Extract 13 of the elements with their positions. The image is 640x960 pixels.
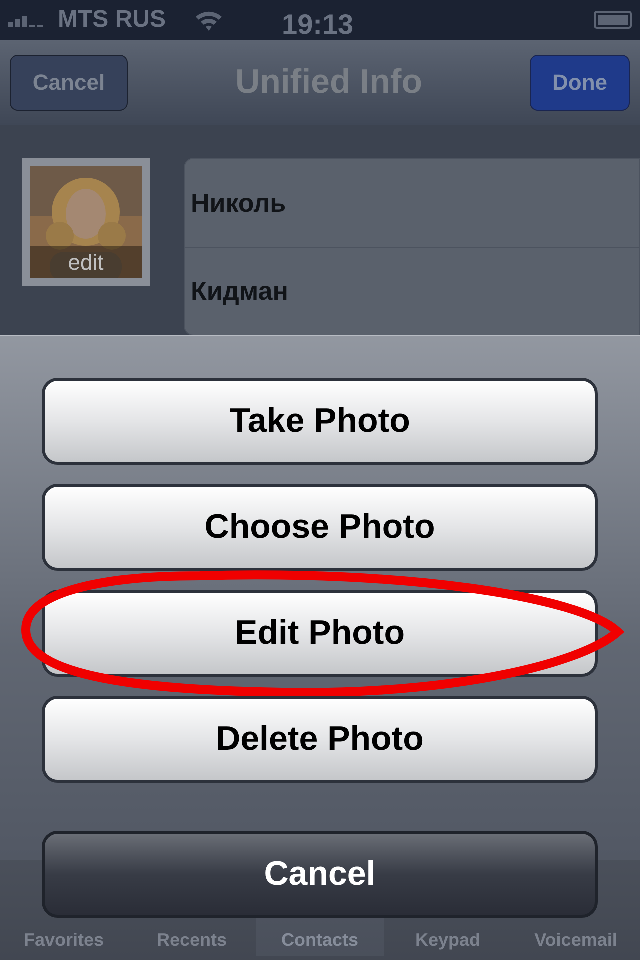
signal-icon bbox=[8, 13, 46, 27]
clock-time: 19:13 bbox=[282, 8, 354, 42]
cancel-button[interactable]: Cancel bbox=[10, 54, 128, 110]
battery-icon bbox=[594, 11, 632, 29]
carrier-name: MTS RUS bbox=[58, 5, 166, 35]
action-button[interactable]: Choose Photo bbox=[42, 484, 598, 571]
done-button[interactable]: Done bbox=[530, 54, 630, 110]
action-button[interactable]: Delete Photo bbox=[42, 696, 598, 783]
action-button[interactable]: Edit Photo bbox=[42, 590, 598, 677]
action-button[interactable]: Cancel bbox=[42, 831, 598, 918]
name-field[interactable]: Кидман bbox=[191, 272, 288, 311]
action-button[interactable]: Take Photo bbox=[42, 378, 598, 465]
name-field[interactable]: Николь bbox=[191, 184, 286, 222]
